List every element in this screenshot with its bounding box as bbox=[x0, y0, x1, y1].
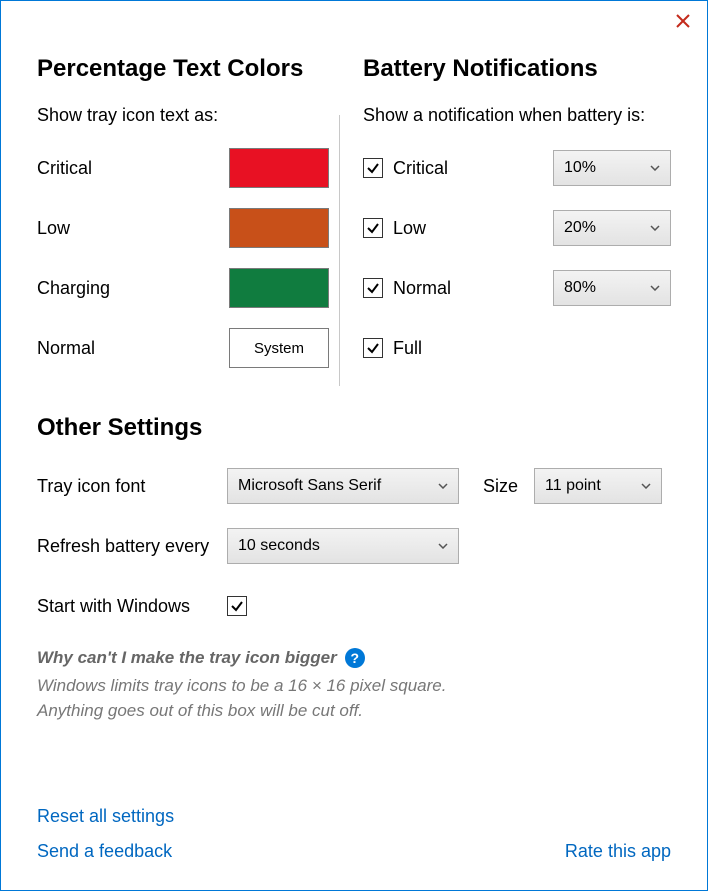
other-settings-section: Other Settings Tray icon font Microsoft … bbox=[37, 414, 671, 723]
startup-label: Start with Windows bbox=[37, 596, 227, 617]
notif-threshold-low[interactable]: 20% bbox=[553, 210, 671, 246]
notif-checkbox-low[interactable] bbox=[363, 218, 383, 238]
rate-link[interactable]: Rate this app bbox=[565, 841, 671, 862]
color-row-charging: Charging bbox=[37, 266, 329, 310]
footer: Reset all settings Send a feedback Rate … bbox=[37, 806, 671, 862]
feedback-link[interactable]: Send a feedback bbox=[37, 841, 172, 862]
refresh-dropdown[interactable]: 10 seconds bbox=[227, 528, 459, 564]
notif-row-full: Full bbox=[363, 326, 671, 370]
reset-link[interactable]: Reset all settings bbox=[37, 806, 671, 827]
color-swatch-charging[interactable] bbox=[229, 268, 329, 308]
notif-label: Critical bbox=[393, 158, 553, 179]
notif-row-normal: Normal 80% bbox=[363, 266, 671, 310]
notif-label: Low bbox=[393, 218, 553, 239]
dropdown-value: 80% bbox=[564, 279, 648, 297]
system-swatch-text: System bbox=[254, 340, 304, 357]
startup-row: Start with Windows bbox=[37, 584, 671, 628]
notifications-section: Battery Notifications Show a notificatio… bbox=[339, 55, 671, 386]
notif-subtitle: Show a notification when battery is: bbox=[363, 105, 671, 126]
chevron-down-icon bbox=[648, 225, 662, 231]
color-swatch-normal[interactable]: System bbox=[229, 328, 329, 368]
help-title-text: Why can't I make the tray icon bigger bbox=[37, 648, 337, 668]
notif-threshold-critical[interactable]: 10% bbox=[553, 150, 671, 186]
help-icon[interactable]: ? bbox=[345, 648, 365, 668]
notif-title: Battery Notifications bbox=[363, 55, 671, 83]
notif-checkbox-critical[interactable] bbox=[363, 158, 383, 178]
close-icon bbox=[675, 13, 691, 29]
dropdown-value: 10% bbox=[564, 159, 648, 177]
chevron-down-icon bbox=[436, 543, 450, 549]
dropdown-value: 11 point bbox=[545, 477, 639, 495]
color-row-normal: Normal System bbox=[37, 326, 329, 370]
dropdown-value: Microsoft Sans Serif bbox=[238, 477, 436, 495]
other-title: Other Settings bbox=[37, 414, 671, 442]
check-icon bbox=[366, 161, 380, 175]
chevron-down-icon bbox=[648, 285, 662, 291]
color-swatch-critical[interactable] bbox=[229, 148, 329, 188]
check-icon bbox=[366, 281, 380, 295]
help-title-row: Why can't I make the tray icon bigger ? bbox=[37, 648, 671, 668]
font-label: Tray icon font bbox=[37, 476, 227, 497]
color-row-critical: Critical bbox=[37, 146, 329, 190]
color-swatch-low[interactable] bbox=[229, 208, 329, 248]
refresh-row: Refresh battery every 10 seconds bbox=[37, 524, 671, 568]
colors-section: Percentage Text Colors Show tray icon te… bbox=[37, 55, 339, 386]
notif-label: Normal bbox=[393, 278, 553, 299]
font-dropdown[interactable]: Microsoft Sans Serif bbox=[227, 468, 459, 504]
help-block: Why can't I make the tray icon bigger ? … bbox=[37, 648, 671, 723]
color-row-low: Low bbox=[37, 206, 329, 250]
help-body-line2: Anything goes out of this box will be cu… bbox=[37, 701, 363, 720]
settings-window: Percentage Text Colors Show tray icon te… bbox=[0, 0, 708, 891]
check-icon bbox=[366, 341, 380, 355]
section-divider bbox=[339, 115, 340, 386]
check-icon bbox=[366, 221, 380, 235]
refresh-label: Refresh battery every bbox=[37, 536, 227, 557]
help-body-line1: Windows limits tray icons to be a 16 × 1… bbox=[37, 676, 446, 695]
colors-title: Percentage Text Colors bbox=[37, 55, 329, 83]
chevron-down-icon bbox=[436, 483, 450, 489]
notif-checkbox-full[interactable] bbox=[363, 338, 383, 358]
font-row: Tray icon font Microsoft Sans Serif Size… bbox=[37, 464, 671, 508]
chevron-down-icon bbox=[639, 483, 653, 489]
notif-row-critical: Critical 10% bbox=[363, 146, 671, 190]
color-label: Normal bbox=[37, 338, 229, 359]
color-label: Charging bbox=[37, 278, 229, 299]
notif-threshold-normal[interactable]: 80% bbox=[553, 270, 671, 306]
startup-checkbox[interactable] bbox=[227, 596, 247, 616]
dropdown-value: 10 seconds bbox=[238, 537, 436, 555]
size-dropdown[interactable]: 11 point bbox=[534, 468, 662, 504]
color-label: Critical bbox=[37, 158, 229, 179]
notif-checkbox-normal[interactable] bbox=[363, 278, 383, 298]
check-icon bbox=[230, 599, 244, 613]
chevron-down-icon bbox=[648, 165, 662, 171]
close-button[interactable] bbox=[671, 9, 695, 33]
notif-row-low: Low 20% bbox=[363, 206, 671, 250]
color-label: Low bbox=[37, 218, 229, 239]
dropdown-value: 20% bbox=[564, 219, 648, 237]
help-body: Windows limits tray icons to be a 16 × 1… bbox=[37, 674, 671, 723]
notif-label: Full bbox=[393, 338, 671, 359]
size-label: Size bbox=[483, 476, 518, 497]
colors-subtitle: Show tray icon text as: bbox=[37, 105, 329, 126]
